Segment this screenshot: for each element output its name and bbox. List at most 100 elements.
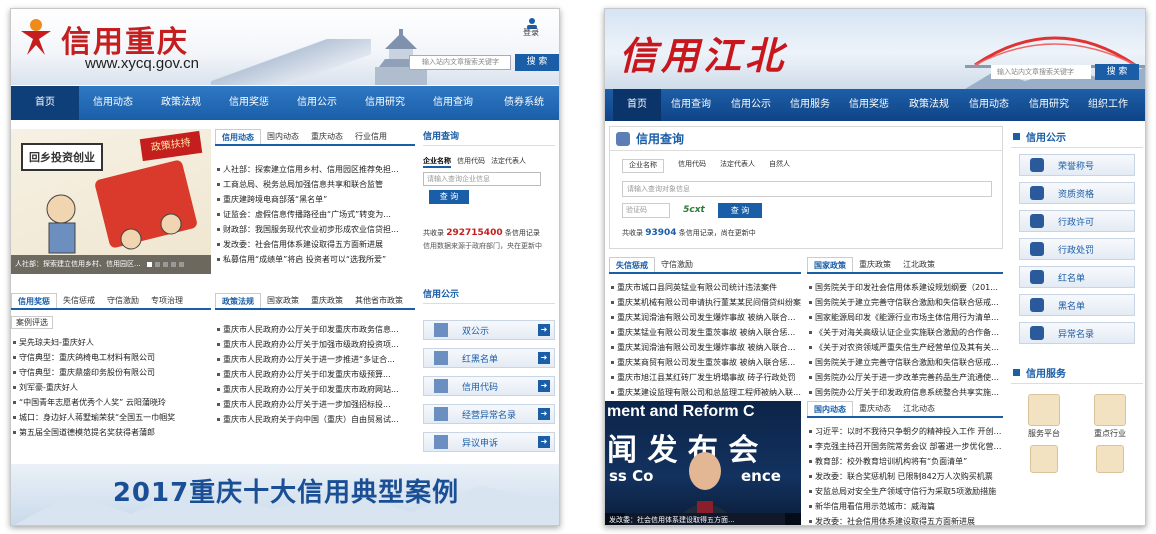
list-item[interactable]: 重庆市人民政府办公厅关于进一步加强招标投... (215, 397, 415, 412)
nav-home[interactable]: 首页 (613, 89, 661, 121)
news-photo[interactable]: ment and Reform C 闻 发 布 会 ss Co ence 发改委… (605, 401, 801, 525)
list-item[interactable]: 国务院关于印发社会信用体系建设规划纲要（201... (807, 280, 1003, 295)
list-item[interactable]: 国务院关于建立完善守信联合激励和失信联合惩戒... (807, 295, 1003, 310)
list-item[interactable]: 重庆市旭江县某红砖厂发生坍塌事故 砖子行政处罚 (609, 370, 801, 385)
list-item[interactable]: 发改委：社会信用体系建设取得五方面新进展 (215, 237, 415, 252)
list-item[interactable]: 工商总局、税务总局加强信息共享和联合监管 (215, 177, 415, 192)
list-item[interactable]: 证监会：虚假信息传播路径由“广场式”转变为... (215, 207, 415, 222)
tab-chongqing-policy[interactable]: 重庆政策 (853, 257, 897, 272)
nav-credit-news[interactable]: 信用动态 (959, 89, 1019, 121)
search-input[interactable]: 输入站内文章搜索关键字 (991, 65, 1091, 79)
list-item[interactable]: 重庆市人民政府办公厅关于印发重庆市政务信息... (215, 322, 415, 337)
service-key-industry[interactable]: 重点行业 (1094, 394, 1126, 439)
nav-query[interactable]: 信用查询 (661, 89, 721, 121)
nav-credit-news[interactable]: 信用动态 (79, 86, 147, 120)
list-item[interactable]: 重庆某商贸有限公司发生重茨事故 被纳入联合惩... (609, 355, 801, 370)
nav-research[interactable]: 信用研究 (1019, 89, 1079, 121)
banner-pager[interactable] (147, 262, 184, 267)
publicity-abnormal-list[interactable]: 经营异常名录 ➜ (423, 404, 555, 424)
list-item[interactable]: 《关于对农资领域严重失信生产经营单位及其有关人... (807, 340, 1003, 355)
list-item[interactable]: 教育部：校外教育培训机构将有“负面清单” (807, 454, 1003, 469)
login-link[interactable]: 登录 (523, 27, 539, 38)
tab-chongqing-news[interactable]: 重庆动态 (853, 401, 897, 416)
nav-publicity[interactable]: 信用公示 (721, 89, 781, 121)
nav-policy[interactable]: 政策法规 (899, 89, 959, 121)
list-item[interactable]: 重庆市人民政府办公厅关于加强市级政府投资项... (215, 337, 415, 352)
tab-chongqing-policy[interactable]: 重庆政策 (305, 293, 349, 308)
credit-query-input[interactable]: 请输入查询对象信息 (622, 181, 992, 197)
tab-natural-person[interactable]: 自然人 (769, 159, 790, 173)
list-item[interactable]: 重庆市城口县同英锰业有限公司统计违法案件 (609, 280, 801, 295)
list-item[interactable]: 国家能源局印发《能源行业市场主体信用行为清单（... (807, 310, 1003, 325)
list-item[interactable]: 李克强主持召开国务院常务会议 部署进一步优化营 ... (807, 439, 1003, 454)
search-button[interactable]: 搜 索 (1095, 64, 1139, 80)
publicity-honor[interactable]: 荣誉称号 (1019, 154, 1135, 176)
publicity-black-list[interactable]: 黑名单 (1019, 294, 1135, 316)
list-item[interactable]: 财政部：我国服务现代农业初步形成农业信贷担... (215, 222, 415, 237)
list-item[interactable]: 国务院关于建立完善守信联合激励和失信联合惩戒... (807, 355, 1003, 370)
publicity-credit-code[interactable]: 信用代码 ➜ (423, 376, 555, 396)
tab-incentive[interactable]: 守信激励 (655, 257, 699, 272)
tab-credit-code[interactable]: 信用代码 (678, 159, 706, 173)
list-item[interactable]: 人社部：探索建立信用乡村、信用园区推荐免担... (215, 162, 415, 177)
honors-subtab[interactable]: 案例评选 (11, 316, 53, 329)
publicity-double-public[interactable]: 双公示 ➜ (423, 320, 555, 340)
tab-punish[interactable]: 失信惩戒 (57, 293, 101, 308)
list-item[interactable]: 重庆某建设监理有限公司和总监理工程师被纳入联合... (609, 385, 801, 400)
publicity-red-list[interactable]: 红名单 (1019, 266, 1135, 288)
nav-home[interactable]: 首页 (11, 86, 79, 120)
list-item[interactable]: 发改委：社会信用体系建设取得五方面新进展 (807, 514, 1003, 525)
tab-industry-credit[interactable]: 行业信用 (349, 129, 393, 144)
list-item[interactable]: 刘军豪-重庆好人 (11, 380, 211, 395)
credit-query-input[interactable]: 请输入查询企业信息 (423, 172, 541, 186)
tab-domestic-news[interactable]: 国内动态 (807, 401, 853, 416)
publicity-qualification[interactable]: 资质资格 (1019, 182, 1135, 204)
tab-chongqing-news[interactable]: 重庆动态 (305, 129, 349, 144)
credit-query-button[interactable]: 查 询 (718, 203, 762, 218)
tab-special[interactable]: 专项治理 (145, 293, 189, 308)
tab-punish[interactable]: 失信惩戒 (609, 257, 655, 272)
tab-incentive[interactable]: 守信激励 (101, 293, 145, 308)
tab-rewards[interactable]: 信用奖惩 (11, 293, 57, 308)
list-item[interactable]: 安监总局对安全生产领域守信行为采取5项激励措施 (807, 484, 1003, 499)
nav-services[interactable]: 信用服务 (781, 89, 839, 121)
tab-company-name[interactable]: 企业名称 (423, 156, 451, 168)
publicity-appeal[interactable]: 异议申诉 ➜ (423, 432, 555, 452)
tab-national-policy[interactable]: 国家政策 (807, 257, 853, 272)
list-item[interactable]: 守信典型：重庆鸽椅电工材料有限公司 (11, 350, 211, 365)
tab-jiangbei-news[interactable]: 江北动态 (897, 401, 941, 416)
captcha-image[interactable]: 5cxt (674, 203, 714, 218)
featured-banner[interactable]: 回乡投资创业 政策扶持 人社部：探索建立信用乡村、信用园区... (11, 129, 211, 274)
list-item[interactable]: 重庆市人民政府办公厅关于印发重庆市政府网站... (215, 382, 415, 397)
nav-rewards-punish[interactable]: 信用奖惩 (839, 89, 899, 121)
list-item[interactable]: 重庆某润滑油有限公司发生爆炸事故 被纳入联合惩... (609, 310, 801, 325)
typical-cases-banner[interactable]: 2017重庆十大信用典型案例 (11, 464, 559, 525)
list-item[interactable]: 守信典型：重庆鼎盛印务股份有限公司 (11, 365, 211, 380)
list-item[interactable]: 重庆某润滑油有限公司发生爆炸事故 被纳入联合惩... (609, 340, 801, 355)
search-button[interactable]: 搜 索 (515, 54, 559, 71)
tab-national-policy[interactable]: 国家政策 (261, 293, 305, 308)
list-item[interactable]: 重庆某机械有限公司申请执行董某某民间借贷纠纷案 (609, 295, 801, 310)
nav-publicity[interactable]: 信用公示 (283, 86, 351, 120)
list-item[interactable]: 重庆某锰业有限公司发生重茨事故 被纳入联合惩... (609, 325, 801, 340)
publicity-abnormal[interactable]: 异常名录 (1019, 322, 1135, 344)
captcha-input[interactable]: 验证码 (622, 203, 670, 218)
credit-query-button[interactable]: 查 询 (429, 190, 469, 204)
tab-policy[interactable]: 政策法规 (215, 293, 261, 308)
list-item[interactable]: 国务院办公厅关于进一步改革完善药品生产流通使用... (807, 370, 1003, 385)
list-item[interactable]: 国务院办公厅关于印发政府信息系统整合共享实施方... (807, 385, 1003, 400)
publicity-penalty[interactable]: 行政处罚 (1019, 238, 1135, 260)
list-item[interactable]: 《关于对海关高级认证企业实施联合激励的合作备忘... (807, 325, 1003, 340)
nav-query[interactable]: 信用查询 (419, 86, 487, 120)
list-item[interactable]: 重庆市人民政府办公厅关于印发重庆市级预算... (215, 367, 415, 382)
tab-legal-rep[interactable]: 法定代表人 (720, 159, 755, 173)
nav-policy[interactable]: 政策法规 (147, 86, 215, 120)
list-item[interactable]: 重庆市人民政府办公厅关于进一步推进“多证合... (215, 352, 415, 367)
tab-legal-rep[interactable]: 法定代表人 (491, 156, 526, 168)
search-input[interactable]: 输入站内文章搜索关键字 (409, 55, 511, 70)
service-platform[interactable]: 服务平台 (1028, 394, 1060, 439)
list-item[interactable]: 私募信用“成绩单”将启 投资者可以“选我所爱” (215, 252, 415, 267)
folder-icon[interactable] (1096, 445, 1124, 473)
tab-domestic-news[interactable]: 国内动态 (261, 129, 305, 144)
list-item[interactable]: 吴先琼夫妇-重庆好人 (11, 335, 211, 350)
